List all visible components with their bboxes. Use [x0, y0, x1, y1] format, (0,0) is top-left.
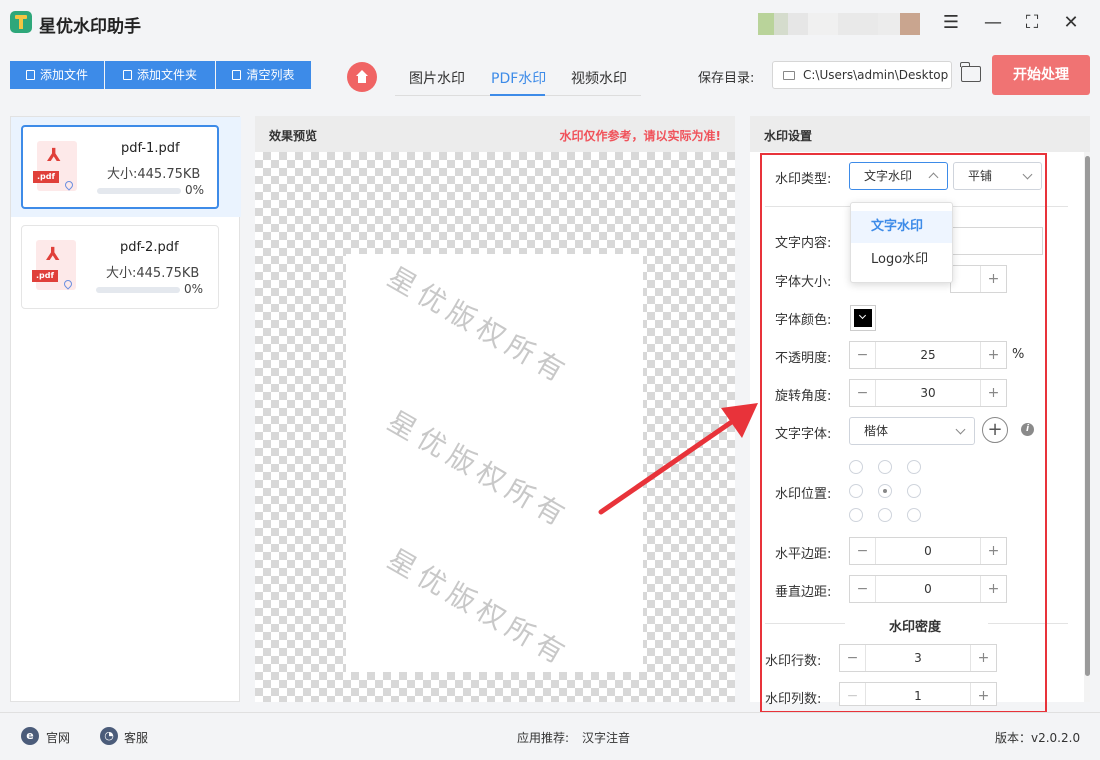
save-dir-input[interactable]: C:\Users\admin\Desktop — [772, 61, 952, 89]
start-button[interactable]: 开始处理 — [992, 55, 1090, 95]
close-icon[interactable]: ✕ — [1060, 12, 1082, 34]
app-logo-icon — [10, 11, 32, 33]
folder-icon — [122, 70, 132, 80]
watermark-text: 星优版权所有 — [382, 542, 576, 672]
tab-pdf-watermark[interactable]: PDF水印 — [491, 68, 546, 88]
tab-image-watermark[interactable]: 图片水印 — [409, 68, 465, 88]
file-item[interactable]: ⅄ .pdf pdf-2.pdf 大小:445.75KB 0% — [21, 225, 219, 309]
progress-bar — [97, 188, 181, 194]
active-tab-indicator — [490, 94, 545, 96]
version-label: 版本：v2.0.2.0 — [995, 731, 1081, 745]
file-name: pdf-2.pdf — [120, 240, 179, 255]
title-bar: 星优水印助手 ☰ — ⛶ ✕ — [0, 0, 1100, 48]
add-file-label: 添加文件 — [39, 68, 88, 82]
clear-list-label: 清空列表 — [246, 68, 295, 82]
mode-tabs: 图片水印 PDF水印 视频水印 — [395, 58, 641, 96]
user-avatar[interactable] — [758, 13, 920, 35]
add-folder-label: 添加文件夹 — [136, 68, 197, 82]
save-dir-value: C:\Users\admin\Desktop — [803, 68, 949, 82]
folder-small-icon — [783, 71, 795, 80]
progress-percent: 0% — [184, 282, 204, 296]
progress-bar — [96, 287, 180, 293]
progress-percent: 0% — [185, 183, 205, 197]
file-icon — [25, 70, 35, 80]
preview-header: 效果预览 水印仅作参考，请以实际为准! — [255, 116, 735, 152]
settings-title: 水印设置 — [764, 129, 813, 143]
website-icon[interactable]: e — [21, 727, 39, 745]
file-size: 大小:445.75KB — [107, 167, 201, 182]
file-size: 大小:445.75KB — [106, 266, 200, 281]
tab-video-watermark[interactable]: 视频水印 — [571, 68, 627, 88]
recommend-app-link[interactable]: 汉字注音 — [582, 729, 630, 746]
maximize-icon[interactable]: ⛶ — [1021, 12, 1043, 34]
pdf-file-icon: ⅄ .pdf — [32, 240, 76, 290]
trash-icon — [232, 70, 242, 80]
add-file-button[interactable]: 添加文件 — [10, 61, 104, 89]
file-name: pdf-1.pdf — [121, 141, 180, 156]
settings-icon[interactable]: ☰ — [940, 12, 962, 34]
file-item[interactable]: ⅄ .pdf pdf-1.pdf 大小:445.75KB 0% — [21, 125, 219, 209]
watermark-text: 星优版权所有 — [382, 260, 576, 391]
support-link[interactable]: 客服 — [124, 729, 148, 746]
file-list: ⅄ .pdf pdf-1.pdf 大小:445.75KB 0% ⅄ .pdf pdf… — [10, 116, 241, 702]
preview-title: 效果预览 — [269, 129, 318, 143]
watermark-text: 星优版权所有 — [382, 404, 576, 535]
add-folder-button[interactable]: 添加文件夹 — [105, 61, 215, 89]
annotation-arrow — [598, 403, 758, 515]
chat-icon[interactable]: ◔ — [100, 727, 118, 745]
minimize-icon[interactable]: — — [982, 12, 1004, 34]
save-dir-label: 保存目录: — [698, 71, 755, 86]
pdf-file-icon: ⅄ .pdf — [33, 141, 77, 191]
home-icon[interactable] — [347, 62, 377, 92]
clear-list-button[interactable]: 清空列表 — [216, 61, 311, 89]
website-link[interactable]: 官网 — [46, 729, 70, 746]
scrollbar-thumb[interactable] — [1085, 156, 1090, 676]
recommend-label: 应用推荐: — [517, 731, 570, 745]
preview-note: 水印仅作参考，请以实际为准! — [559, 129, 721, 143]
footer: e 官网 ◔ 客服 应用推荐: 汉字注音 版本：v2.0.2.0 — [0, 712, 1100, 760]
open-folder-icon[interactable] — [960, 62, 981, 82]
settings-header: 水印设置 — [750, 116, 1090, 152]
app-title: 星优水印助手 — [39, 17, 141, 37]
highlight-frame — [760, 153, 1047, 713]
